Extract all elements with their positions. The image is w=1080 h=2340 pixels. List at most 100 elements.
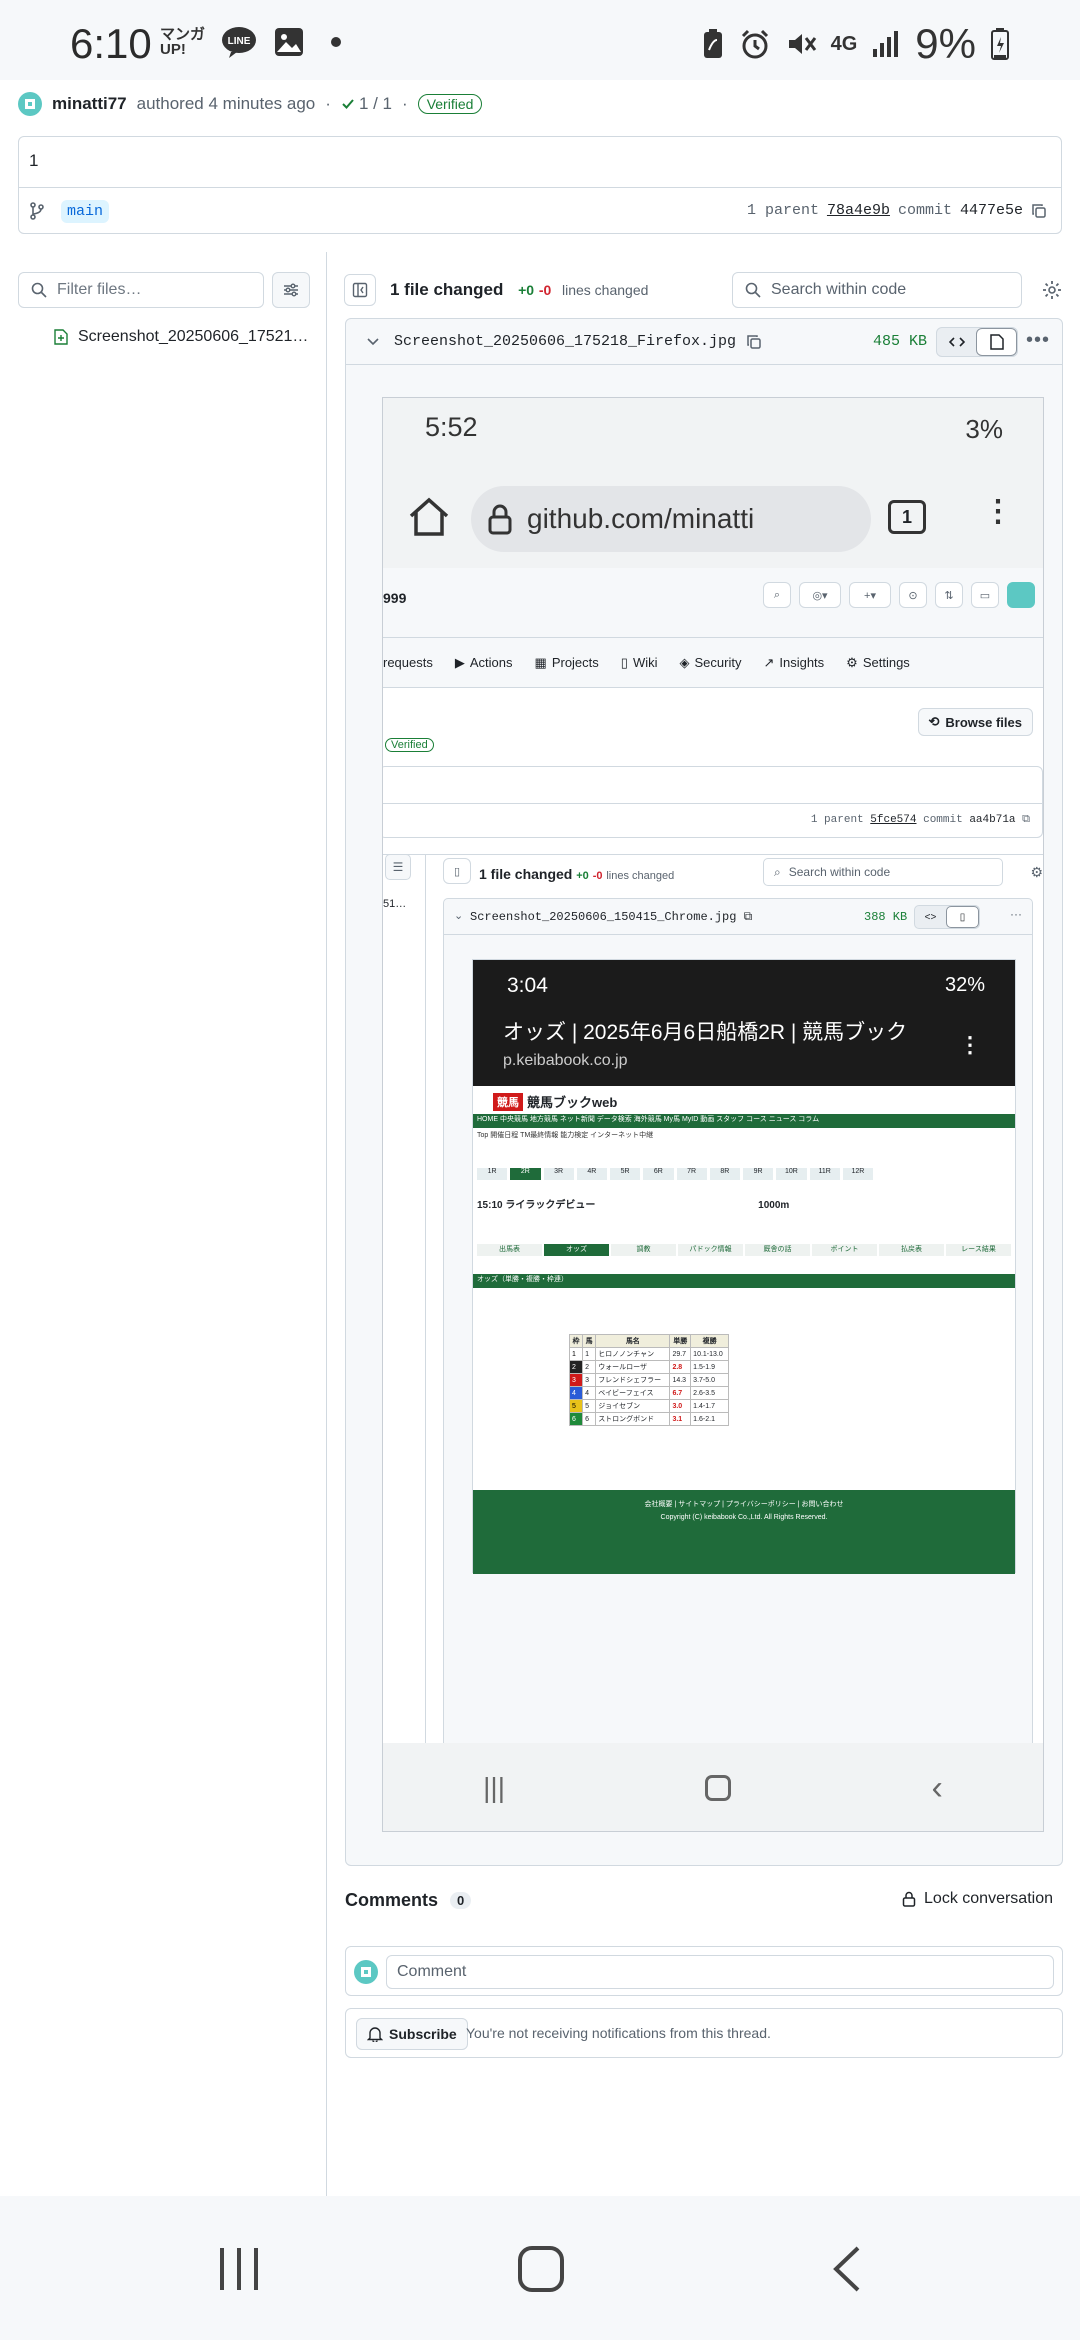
nested-sidebar-border — [425, 854, 426, 1831]
odds-cell: 4 — [568, 1386, 584, 1400]
verified-badge[interactable]: Verified — [417, 94, 483, 114]
author-link[interactable]: minatti77 — [52, 94, 127, 114]
home-icon — [409, 497, 449, 536]
chrome-battery: 32% — [944, 974, 985, 996]
odds-table: 枠馬馬名 単勝 複勝 1 1 ヒロノノンチャン 29.7 10.1-13.0 2 2 ウォールローザ… — [568, 1334, 729, 1426]
keiba-nav: HOME 中央競馬 地方競馬 ネット新聞 データ検索 海外競馬 My馬 MyID… — [473, 1114, 1015, 1128]
nested-browse-files-button: ⟲ Browse files — [917, 708, 1033, 736]
nested-filter-button: ☰ — [385, 854, 411, 880]
filter-files-input[interactable]: Filter files… — [18, 272, 264, 308]
battery-saver-icon — [703, 29, 722, 58]
file-tree-item[interactable]: Screenshot_20250606_17521… — [54, 328, 308, 346]
separator-dot: · — [402, 94, 408, 113]
more-options-icon[interactable]: ••• — [1026, 329, 1050, 352]
rich-view-button[interactable] — [976, 328, 1017, 356]
keiba-logo: 競馬 競馬ブックweb — [493, 1092, 617, 1111]
battery-icon — [991, 28, 1009, 60]
avatar — [354, 1960, 378, 1984]
table-row: 4 4 ベイビーフェイス 6.7 2.6-3.5 — [568, 1386, 729, 1400]
odds-cell: フレンドシェフラー — [595, 1373, 671, 1387]
odds-cell: 6 — [568, 1412, 584, 1426]
diff-file-name: Screenshot_20250606_175218_Firefox.jpg — [394, 333, 762, 350]
nested-diff-toolbar: ▯ 1 file changed +0 -0 lines changed ⌕ S… — [443, 858, 1043, 888]
check-icon — [342, 99, 354, 109]
nested-nav-item: ▦ Projects — [534, 654, 599, 671]
status-app-icons: マンガ UP! LINE — [160, 26, 342, 58]
copy-icon[interactable] — [746, 334, 762, 350]
nested-menu-icon: ⋮ — [983, 495, 1013, 528]
lock-conversation-button[interactable]: Lock conversation — [902, 1890, 1053, 1908]
odds-cell: ジョイセブン — [595, 1399, 671, 1413]
gallery-icon — [275, 28, 304, 56]
nested-files-changed: 1 file changed +0 -0 lines changed — [479, 866, 675, 882]
odds-cell: 5 — [582, 1399, 597, 1413]
nested-chevron-icon: ⌄ — [454, 910, 464, 922]
nested-repo-fragment: 999 — [383, 590, 407, 606]
table-row: 3 3 フレンドシェフラー 14.3 3.7-5.0 — [568, 1373, 729, 1387]
keiba-tabs: 出馬表 オッズ 調教 パドック情報 厩舎の話 ポイント 払戻表 レース結果 — [473, 1244, 1015, 1256]
back-icon[interactable] — [828, 2244, 868, 2294]
search-within-code-input[interactable]: Search within code — [732, 272, 1022, 308]
lock-icon — [902, 1891, 916, 1907]
lock-conversation-label: Lock conversation — [924, 1890, 1053, 1907]
subscribe-note: You're not receiving notifications from … — [466, 2025, 771, 2041]
nested-nav-item: ⚙ Settings — [846, 654, 910, 671]
nested-code-icon: <> — [924, 911, 937, 923]
nested-file-size: 388 KB — [864, 910, 908, 924]
nested-nav-item: ◈ Security — [679, 654, 742, 671]
branch-chip[interactable]: main — [61, 200, 110, 223]
nested-time: 5:52 — [425, 412, 478, 442]
nested-panel-icon: ▯ — [443, 858, 471, 884]
subscribe-label: Subscribe — [389, 2026, 457, 2042]
odds-cell: 3.7-5.0 — [690, 1373, 729, 1387]
odds-header-cell: 枠 — [568, 1334, 584, 1348]
lock-icon — [488, 504, 512, 535]
commit-message-box: 1 main 1 parent 78a4e9b commit 4477e5e — [18, 136, 1062, 234]
chevron-down-icon[interactable] — [366, 335, 380, 349]
nested-view-toggle: <> ▯ — [914, 905, 980, 929]
copy-icon[interactable] — [1031, 203, 1047, 219]
nested-nav-item: ▯ Wiki — [620, 654, 658, 671]
code-view-button[interactable] — [937, 328, 976, 356]
checks-status[interactable]: 1 / 1 — [341, 94, 392, 114]
odds-cell: 29.7 — [669, 1347, 692, 1361]
screen: 6:10 マンガ UP! LINE 4G 9% minatti77 authore… — [0, 0, 1080, 2340]
avatar[interactable] — [18, 92, 42, 116]
alarm-icon — [741, 29, 768, 59]
odds-cell: 10.1-13.0 — [690, 1347, 729, 1361]
nested-inbox-icon: ▭ — [971, 582, 999, 608]
filter-options-button[interactable] — [272, 272, 310, 308]
gear-icon[interactable] — [1042, 280, 1062, 300]
nested-url-text: github.com/minatti — [527, 503, 755, 534]
odds-cell: ストロングボンド — [595, 1412, 671, 1426]
notification-dot-icon — [331, 37, 342, 47]
keiba-race-bar: 1R 2R 3R 4R 5R 6R 7R 8R 9R 10R 11R 12R — [473, 1168, 873, 1180]
commit-label: commit — [897, 202, 952, 219]
nested-github-header: 999 ⌕ ◎▾ +▾ ⊙ ⇅ ▭ — [383, 568, 1043, 638]
keiba-page: 競馬 競馬ブックweb HOME 中央競馬 地方競馬 ネット新聞 データ検索 海外… — [473, 1086, 1015, 1574]
nested-file-card: ⌄ Screenshot_20250606_150415_Chrome.jpg … — [443, 898, 1033, 1798]
nested-parent-meta: 1 parent 5fce574 commit aa4b71a ⧉ — [810, 814, 1030, 826]
status-right: 4G 9% — [701, 20, 1010, 68]
subscribe-button[interactable]: Subscribe — [356, 2018, 468, 2050]
diff-file-name-text[interactable]: Screenshot_20250606_175218_Firefox.jpg — [394, 333, 736, 350]
toggle-file-tree-button[interactable] — [344, 274, 376, 306]
nested-issues-icon: ⊙ — [899, 582, 927, 608]
parent-sha-link[interactable]: 78a4e9b — [827, 202, 890, 219]
file-tree-item-label: Screenshot_20250606_17521… — [78, 328, 309, 345]
view-mode-toggle — [936, 327, 1018, 357]
odds-header-cell: 馬 — [582, 1334, 597, 1348]
home-button-icon[interactable] — [516, 2244, 566, 2294]
filter-placeholder: Filter files… — [57, 281, 142, 298]
sidebar-collapse-icon — [352, 282, 368, 298]
nested-sidebar-fragment: 51… — [383, 898, 407, 910]
comments-title: Comments 0 — [345, 1890, 472, 1911]
nested-kebab-icon: ··· — [1010, 907, 1022, 921]
comment-input[interactable]: Comment — [386, 1955, 1054, 1989]
nested-file-name: Screenshot_20250606_150415_Chrome.jpg ⧉ — [470, 910, 753, 924]
recents-icon[interactable] — [214, 2244, 264, 2294]
nested-nav-item: ↗ Insights — [763, 654, 825, 671]
comments-title-text: Comments — [345, 1890, 439, 1910]
nested-repo-nav: requests ▶ Actions ▦ Projects ▯ Wiki ◈ S… — [383, 638, 1043, 688]
chrome-top: 3:04 32% オッズ | 2025年6月6日船橋2R | 競馬ブック p.k… — [473, 960, 1015, 1086]
